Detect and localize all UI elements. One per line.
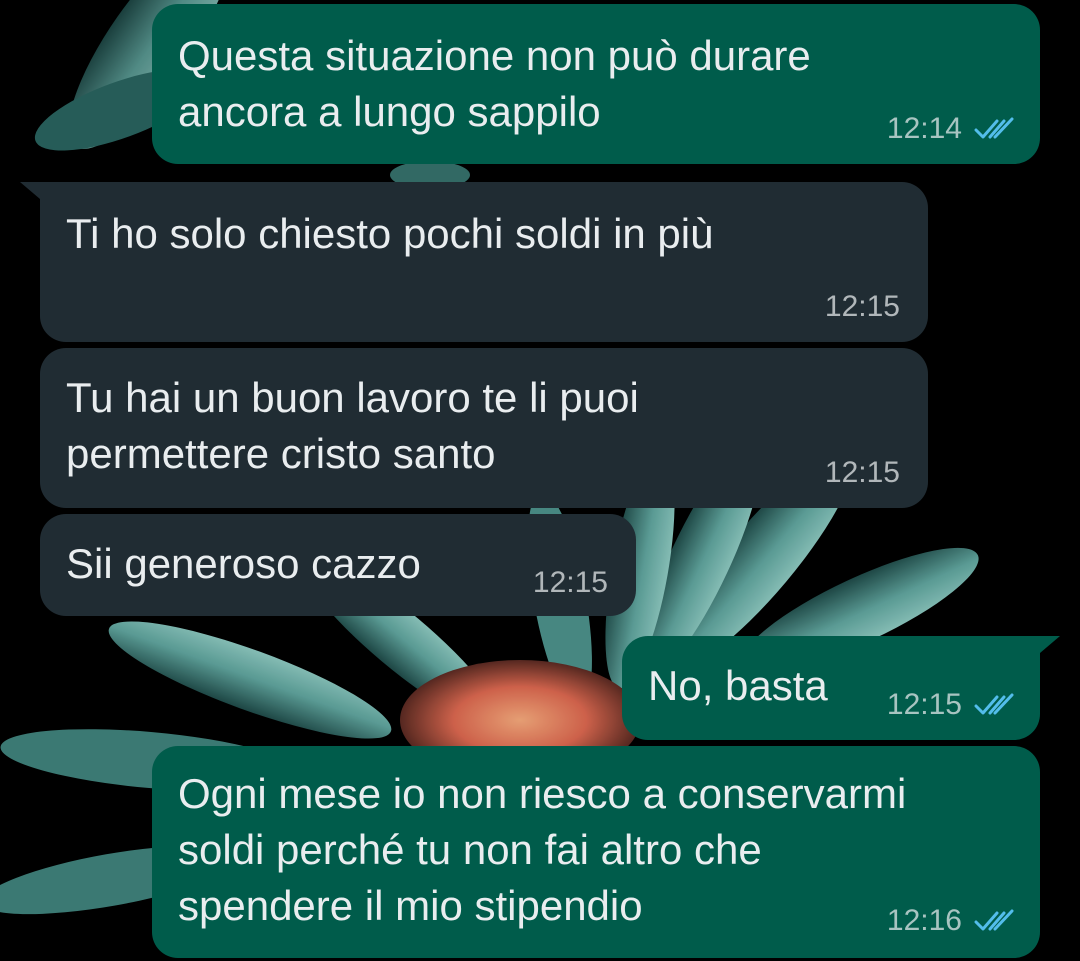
message-time: 12:15 <box>532 566 608 599</box>
read-receipt-icon <box>974 909 1014 931</box>
message-outgoing[interactable]: No, basta 12:15 <box>622 636 1040 740</box>
message-incoming[interactable]: Sii generoso cazzo 12:15 <box>40 514 636 616</box>
message-time: 12:16 <box>886 904 962 937</box>
message-text: Ti ho solo chiesto pochi soldi in più <box>66 210 714 257</box>
message-text: No, basta <box>648 662 828 709</box>
message-time: 12:15 <box>886 688 962 721</box>
message-meta: 12:15 <box>825 456 900 490</box>
message-meta: 12:15 <box>533 566 608 600</box>
message-meta: 12:16 <box>887 904 1018 938</box>
message-outgoing[interactable]: Questa situazione non può durare ancora … <box>152 4 1040 164</box>
chat-messages[interactable]: Questa situazione non può durare ancora … <box>0 0 1080 961</box>
read-receipt-icon <box>974 693 1014 715</box>
message-text: Tu hai un buon lavoro te li puoi permett… <box>66 374 639 477</box>
message-incoming[interactable]: Ti ho solo chiesto pochi soldi in più 12… <box>40 182 928 342</box>
message-meta: 12:15 <box>825 290 900 324</box>
message-meta: 12:14 <box>887 112 1018 146</box>
message-outgoing[interactable]: Ogni mese io non riesco a conservarmi so… <box>152 746 1040 958</box>
read-receipt-icon <box>974 117 1014 139</box>
message-time: 12:15 <box>824 456 900 489</box>
message-text: Sii generoso cazzo <box>66 540 421 587</box>
message-meta: 12:15 <box>887 688 1018 722</box>
message-time: 12:14 <box>886 112 962 145</box>
message-incoming[interactable]: Tu hai un buon lavoro te li puoi permett… <box>40 348 928 508</box>
message-time: 12:15 <box>824 290 900 323</box>
message-text: Ogni mese io non riesco a conservarmi so… <box>178 770 907 929</box>
message-text: Questa situazione non può durare ancora … <box>178 32 811 135</box>
